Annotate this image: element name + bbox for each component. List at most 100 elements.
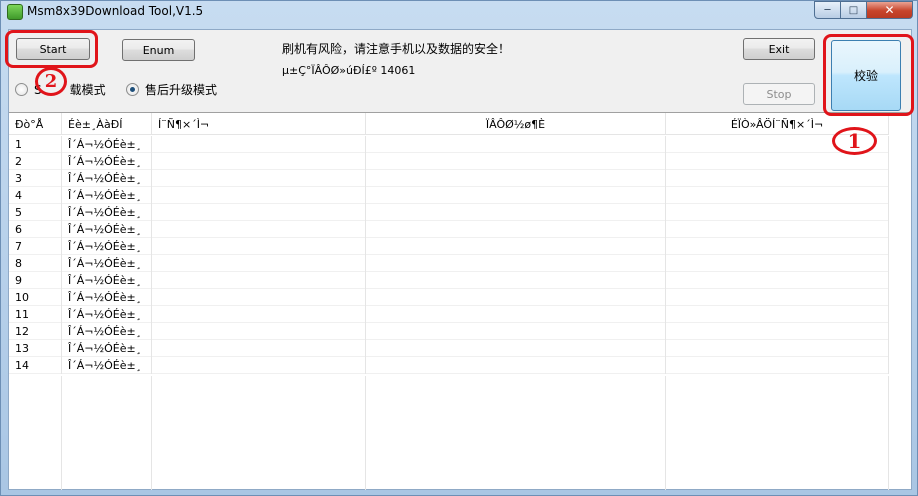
comm-status-cell — [152, 323, 366, 340]
device-table: Ðò°Å Éè±¸ÀàÐÍ Í¨Ñ¶×´Ì¬ ÏÂÔØ½ø¶È ÉÏÒ»ÂÖÍ¨… — [9, 112, 911, 490]
annotation-two-text: 2 — [44, 71, 58, 92]
comm-status-cell — [152, 204, 366, 221]
comm-status-cell — [152, 153, 366, 170]
row-number-cell: 2 — [9, 153, 62, 170]
close-button[interactable]: ✕ — [867, 1, 913, 19]
download-progress-cell — [366, 357, 666, 374]
row-number-cell: 6 — [9, 221, 62, 238]
enum-button-label: Enum — [142, 43, 175, 57]
download-progress-cell — [366, 136, 666, 153]
last-comm-status-cell — [666, 153, 889, 170]
device-type-cell: Î´Á¬½ÓÉè±¸ — [62, 357, 152, 374]
download-progress-cell — [366, 204, 666, 221]
model-version: µ±Ç°ÏÂÔØ»úÐÍ£º 14061 — [282, 64, 416, 77]
row-number-cell: 11 — [9, 306, 62, 323]
download-progress-cell — [366, 153, 666, 170]
download-progress-cell — [366, 340, 666, 357]
radio-icon — [15, 83, 28, 96]
close-icon: ✕ — [884, 3, 895, 17]
device-type-cell: Î´Á¬½ÓÉè±¸ — [62, 255, 152, 272]
table-row[interactable]: 7 Î´Á¬½ÓÉè±¸ — [9, 238, 889, 255]
last-comm-status-cell — [666, 221, 889, 238]
device-type-cell: Î´Á¬½ÓÉè±¸ — [62, 204, 152, 221]
title-bar[interactable]: Msm8x39Download Tool,V1.5 ─ □ ✕ — [1, 1, 917, 23]
last-comm-status-cell — [666, 323, 889, 340]
download-progress-cell — [366, 255, 666, 272]
comm-status-cell — [152, 357, 366, 374]
exit-button-label: Exit — [768, 42, 790, 56]
row-number-cell: 10 — [9, 289, 62, 306]
comm-status-cell — [152, 136, 366, 153]
comm-status-cell — [152, 238, 366, 255]
table-row[interactable]: 8 Î´Á¬½ÓÉè±¸ — [9, 255, 889, 272]
download-progress-cell — [366, 187, 666, 204]
table-row[interactable]: 12 Î´Á¬½ÓÉè±¸ — [9, 323, 889, 340]
window-title: Msm8x39Download Tool,V1.5 — [27, 4, 204, 18]
comm-status-cell — [152, 170, 366, 187]
table-row[interactable]: 10 Î´Á¬½ÓÉè±¸ — [9, 289, 889, 306]
enum-button[interactable]: Enum — [122, 39, 195, 61]
mode-radio-aftersales[interactable]: 售后升级模式 — [126, 81, 217, 98]
table-row[interactable]: 5 Î´Á¬½ÓÉè±¸ — [9, 204, 889, 221]
comm-status-cell — [152, 272, 366, 289]
column-header[interactable]: Ðò°Å — [9, 113, 62, 135]
device-type-cell: Î´Á¬½ÓÉè±¸ — [62, 153, 152, 170]
annotation-number-one: 1 — [832, 127, 877, 155]
mode-label-download-tail: 载模式 — [69, 83, 106, 97]
column-header[interactable]: Í¨Ñ¶×´Ì¬ — [152, 113, 366, 135]
table-row[interactable]: 13 Î´Á¬½ÓÉè±¸ — [9, 340, 889, 357]
table-row[interactable]: 14 Î´Á¬½ÓÉè±¸ — [9, 357, 889, 374]
comm-status-cell — [152, 255, 366, 272]
table-row[interactable]: 9 Î´Á¬½ÓÉè±¸ — [9, 272, 889, 289]
comm-status-cell — [152, 221, 366, 238]
device-type-cell: Î´Á¬½ÓÉè±¸ — [62, 306, 152, 323]
app-window: Msm8x39Download Tool,V1.5 ─ □ ✕ Start En… — [0, 0, 918, 496]
device-type-cell: Î´Á¬½ÓÉè±¸ — [62, 238, 152, 255]
column-header[interactable]: ÏÂÔØ½ø¶È — [366, 113, 666, 135]
table-row[interactable]: 1 Î´Á¬½ÓÉè±¸ — [9, 136, 889, 153]
download-progress-cell — [366, 306, 666, 323]
last-comm-status-cell — [666, 289, 889, 306]
last-comm-status-cell — [666, 238, 889, 255]
device-type-cell: Î´Á¬½ÓÉè±¸ — [62, 340, 152, 357]
row-number-cell: 5 — [9, 204, 62, 221]
table-header: Ðò°Å Éè±¸ÀàÐÍ Í¨Ñ¶×´Ì¬ ÏÂÔØ½ø¶È ÉÏÒ»ÂÖÍ¨… — [9, 113, 889, 135]
row-number-cell: 12 — [9, 323, 62, 340]
last-comm-status-cell — [666, 306, 889, 323]
last-comm-status-cell — [666, 255, 889, 272]
comm-status-cell — [152, 340, 366, 357]
device-type-cell: Î´Á¬½ÓÉè±¸ — [62, 221, 152, 238]
stop-button[interactable]: Stop — [743, 83, 815, 105]
device-type-cell: Î´Á¬½ÓÉè±¸ — [62, 187, 152, 204]
row-number-cell: 3 — [9, 170, 62, 187]
radio-checked-icon — [126, 83, 139, 96]
table-row[interactable]: 6 Î´Á¬½ÓÉè±¸ — [9, 221, 889, 238]
download-progress-cell — [366, 272, 666, 289]
maximize-icon: □ — [848, 4, 859, 16]
table-row[interactable]: 4 Î´Á¬½ÓÉè±¸ — [9, 187, 889, 204]
stop-button-label: Stop — [766, 87, 792, 101]
download-progress-cell — [366, 170, 666, 187]
device-type-cell: Î´Á¬½ÓÉè±¸ — [62, 272, 152, 289]
table-row[interactable]: 2 Î´Á¬½ÓÉè±¸ — [9, 153, 889, 170]
risk-warning: 刷机有风险，请注意手机以及数据的安全！ — [282, 42, 511, 56]
maximize-button[interactable]: □ — [841, 1, 867, 19]
annotation-box-start — [5, 30, 98, 68]
last-comm-status-cell — [666, 340, 889, 357]
exit-button[interactable]: Exit — [743, 38, 815, 60]
last-comm-status-cell — [666, 272, 889, 289]
table-row[interactable]: 3 Î´Á¬½ÓÉè±¸ — [9, 170, 889, 187]
annotation-number-two: 2 — [35, 67, 67, 96]
row-number-cell: 1 — [9, 136, 62, 153]
minimize-button[interactable]: ─ — [814, 1, 841, 19]
last-comm-status-cell — [666, 204, 889, 221]
annotation-box-verify — [823, 34, 914, 116]
minimize-icon: ─ — [824, 4, 831, 16]
mode-label-aftersales: 售后升级模式 — [145, 83, 218, 97]
comm-status-cell — [152, 289, 366, 306]
annotation-one-text: 1 — [847, 129, 862, 153]
window-controls: ─ □ ✕ — [814, 1, 913, 20]
table-row[interactable]: 11 Î´Á¬½ÓÉè±¸ — [9, 306, 889, 323]
column-header[interactable]: Éè±¸ÀàÐÍ — [62, 113, 152, 135]
row-number-cell: 7 — [9, 238, 62, 255]
